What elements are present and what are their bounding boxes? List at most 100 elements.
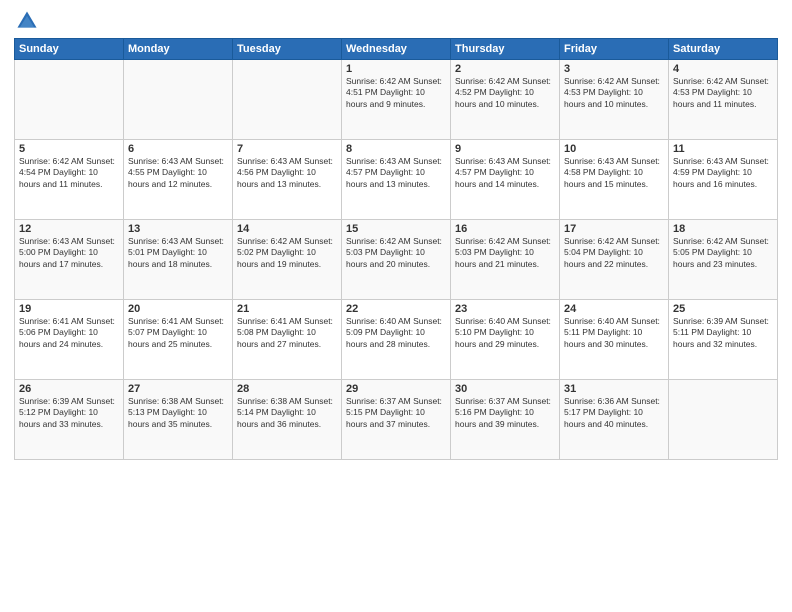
day-info: Sunrise: 6:43 AM Sunset: 4:58 PM Dayligh… [564,156,664,190]
day-number: 15 [346,223,446,235]
day-number: 25 [673,303,773,315]
calendar-cell [669,380,778,460]
calendar-cell [124,60,233,140]
week-row-4: 19Sunrise: 6:41 AM Sunset: 5:06 PM Dayli… [15,300,778,380]
day-number: 17 [564,223,664,235]
calendar-cell: 16Sunrise: 6:42 AM Sunset: 5:03 PM Dayli… [451,220,560,300]
calendar-cell [233,60,342,140]
calendar-cell: 26Sunrise: 6:39 AM Sunset: 5:12 PM Dayli… [15,380,124,460]
day-info: Sunrise: 6:43 AM Sunset: 4:56 PM Dayligh… [237,156,337,190]
day-info: Sunrise: 6:42 AM Sunset: 5:03 PM Dayligh… [346,236,446,270]
day-number: 28 [237,383,337,395]
col-header-tuesday: Tuesday [233,39,342,60]
day-number: 12 [19,223,119,235]
col-header-sunday: Sunday [15,39,124,60]
day-info: Sunrise: 6:41 AM Sunset: 5:06 PM Dayligh… [19,316,119,350]
day-number: 5 [19,143,119,155]
logo-icon [16,10,38,32]
day-number: 16 [455,223,555,235]
calendar-cell: 1Sunrise: 6:42 AM Sunset: 4:51 PM Daylig… [342,60,451,140]
calendar-cell: 14Sunrise: 6:42 AM Sunset: 5:02 PM Dayli… [233,220,342,300]
day-number: 9 [455,143,555,155]
day-info: Sunrise: 6:42 AM Sunset: 4:51 PM Dayligh… [346,76,446,110]
day-number: 4 [673,63,773,75]
calendar-cell: 6Sunrise: 6:43 AM Sunset: 4:55 PM Daylig… [124,140,233,220]
day-info: Sunrise: 6:40 AM Sunset: 5:10 PM Dayligh… [455,316,555,350]
day-info: Sunrise: 6:42 AM Sunset: 5:04 PM Dayligh… [564,236,664,270]
calendar-cell: 9Sunrise: 6:43 AM Sunset: 4:57 PM Daylig… [451,140,560,220]
day-number: 23 [455,303,555,315]
calendar-cell: 3Sunrise: 6:42 AM Sunset: 4:53 PM Daylig… [560,60,669,140]
calendar-cell: 7Sunrise: 6:43 AM Sunset: 4:56 PM Daylig… [233,140,342,220]
day-number: 26 [19,383,119,395]
header-row: SundayMondayTuesdayWednesdayThursdayFrid… [15,39,778,60]
day-info: Sunrise: 6:43 AM Sunset: 5:01 PM Dayligh… [128,236,228,270]
week-row-5: 26Sunrise: 6:39 AM Sunset: 5:12 PM Dayli… [15,380,778,460]
day-info: Sunrise: 6:42 AM Sunset: 5:03 PM Dayligh… [455,236,555,270]
calendar-cell: 18Sunrise: 6:42 AM Sunset: 5:05 PM Dayli… [669,220,778,300]
calendar-cell: 24Sunrise: 6:40 AM Sunset: 5:11 PM Dayli… [560,300,669,380]
day-number: 2 [455,63,555,75]
day-info: Sunrise: 6:43 AM Sunset: 4:57 PM Dayligh… [346,156,446,190]
calendar-cell: 11Sunrise: 6:43 AM Sunset: 4:59 PM Dayli… [669,140,778,220]
calendar-cell: 29Sunrise: 6:37 AM Sunset: 5:15 PM Dayli… [342,380,451,460]
day-info: Sunrise: 6:43 AM Sunset: 5:00 PM Dayligh… [19,236,119,270]
day-info: Sunrise: 6:38 AM Sunset: 5:13 PM Dayligh… [128,396,228,430]
day-info: Sunrise: 6:43 AM Sunset: 4:59 PM Dayligh… [673,156,773,190]
day-info: Sunrise: 6:40 AM Sunset: 5:09 PM Dayligh… [346,316,446,350]
calendar-cell: 19Sunrise: 6:41 AM Sunset: 5:06 PM Dayli… [15,300,124,380]
calendar-cell: 4Sunrise: 6:42 AM Sunset: 4:53 PM Daylig… [669,60,778,140]
page: SundayMondayTuesdayWednesdayThursdayFrid… [0,0,792,612]
day-number: 3 [564,63,664,75]
calendar-cell: 31Sunrise: 6:36 AM Sunset: 5:17 PM Dayli… [560,380,669,460]
calendar-cell [15,60,124,140]
day-number: 31 [564,383,664,395]
day-info: Sunrise: 6:38 AM Sunset: 5:14 PM Dayligh… [237,396,337,430]
day-info: Sunrise: 6:42 AM Sunset: 4:53 PM Dayligh… [673,76,773,110]
calendar-table: SundayMondayTuesdayWednesdayThursdayFrid… [14,38,778,460]
calendar-cell: 15Sunrise: 6:42 AM Sunset: 5:03 PM Dayli… [342,220,451,300]
calendar-cell: 21Sunrise: 6:41 AM Sunset: 5:08 PM Dayli… [233,300,342,380]
week-row-2: 5Sunrise: 6:42 AM Sunset: 4:54 PM Daylig… [15,140,778,220]
day-info: Sunrise: 6:36 AM Sunset: 5:17 PM Dayligh… [564,396,664,430]
day-number: 13 [128,223,228,235]
day-number: 1 [346,63,446,75]
calendar-cell: 30Sunrise: 6:37 AM Sunset: 5:16 PM Dayli… [451,380,560,460]
day-number: 7 [237,143,337,155]
day-info: Sunrise: 6:39 AM Sunset: 5:12 PM Dayligh… [19,396,119,430]
col-header-monday: Monday [124,39,233,60]
day-number: 18 [673,223,773,235]
day-number: 14 [237,223,337,235]
day-info: Sunrise: 6:42 AM Sunset: 4:54 PM Dayligh… [19,156,119,190]
day-info: Sunrise: 6:43 AM Sunset: 4:57 PM Dayligh… [455,156,555,190]
day-info: Sunrise: 6:37 AM Sunset: 5:16 PM Dayligh… [455,396,555,430]
day-info: Sunrise: 6:37 AM Sunset: 5:15 PM Dayligh… [346,396,446,430]
day-number: 22 [346,303,446,315]
day-info: Sunrise: 6:42 AM Sunset: 4:52 PM Dayligh… [455,76,555,110]
day-info: Sunrise: 6:39 AM Sunset: 5:11 PM Dayligh… [673,316,773,350]
col-header-wednesday: Wednesday [342,39,451,60]
calendar-cell: 20Sunrise: 6:41 AM Sunset: 5:07 PM Dayli… [124,300,233,380]
day-number: 6 [128,143,228,155]
day-info: Sunrise: 6:42 AM Sunset: 4:53 PM Dayligh… [564,76,664,110]
day-info: Sunrise: 6:42 AM Sunset: 5:02 PM Dayligh… [237,236,337,270]
day-info: Sunrise: 6:43 AM Sunset: 4:55 PM Dayligh… [128,156,228,190]
calendar-cell: 22Sunrise: 6:40 AM Sunset: 5:09 PM Dayli… [342,300,451,380]
calendar-cell: 12Sunrise: 6:43 AM Sunset: 5:00 PM Dayli… [15,220,124,300]
day-info: Sunrise: 6:42 AM Sunset: 5:05 PM Dayligh… [673,236,773,270]
day-number: 27 [128,383,228,395]
day-info: Sunrise: 6:40 AM Sunset: 5:11 PM Dayligh… [564,316,664,350]
calendar-cell: 25Sunrise: 6:39 AM Sunset: 5:11 PM Dayli… [669,300,778,380]
logo [14,10,40,32]
calendar-cell: 10Sunrise: 6:43 AM Sunset: 4:58 PM Dayli… [560,140,669,220]
calendar-cell: 28Sunrise: 6:38 AM Sunset: 5:14 PM Dayli… [233,380,342,460]
calendar-cell: 5Sunrise: 6:42 AM Sunset: 4:54 PM Daylig… [15,140,124,220]
day-number: 21 [237,303,337,315]
day-number: 29 [346,383,446,395]
day-number: 20 [128,303,228,315]
day-number: 8 [346,143,446,155]
day-info: Sunrise: 6:41 AM Sunset: 5:08 PM Dayligh… [237,316,337,350]
calendar-cell: 13Sunrise: 6:43 AM Sunset: 5:01 PM Dayli… [124,220,233,300]
day-number: 30 [455,383,555,395]
day-number: 11 [673,143,773,155]
